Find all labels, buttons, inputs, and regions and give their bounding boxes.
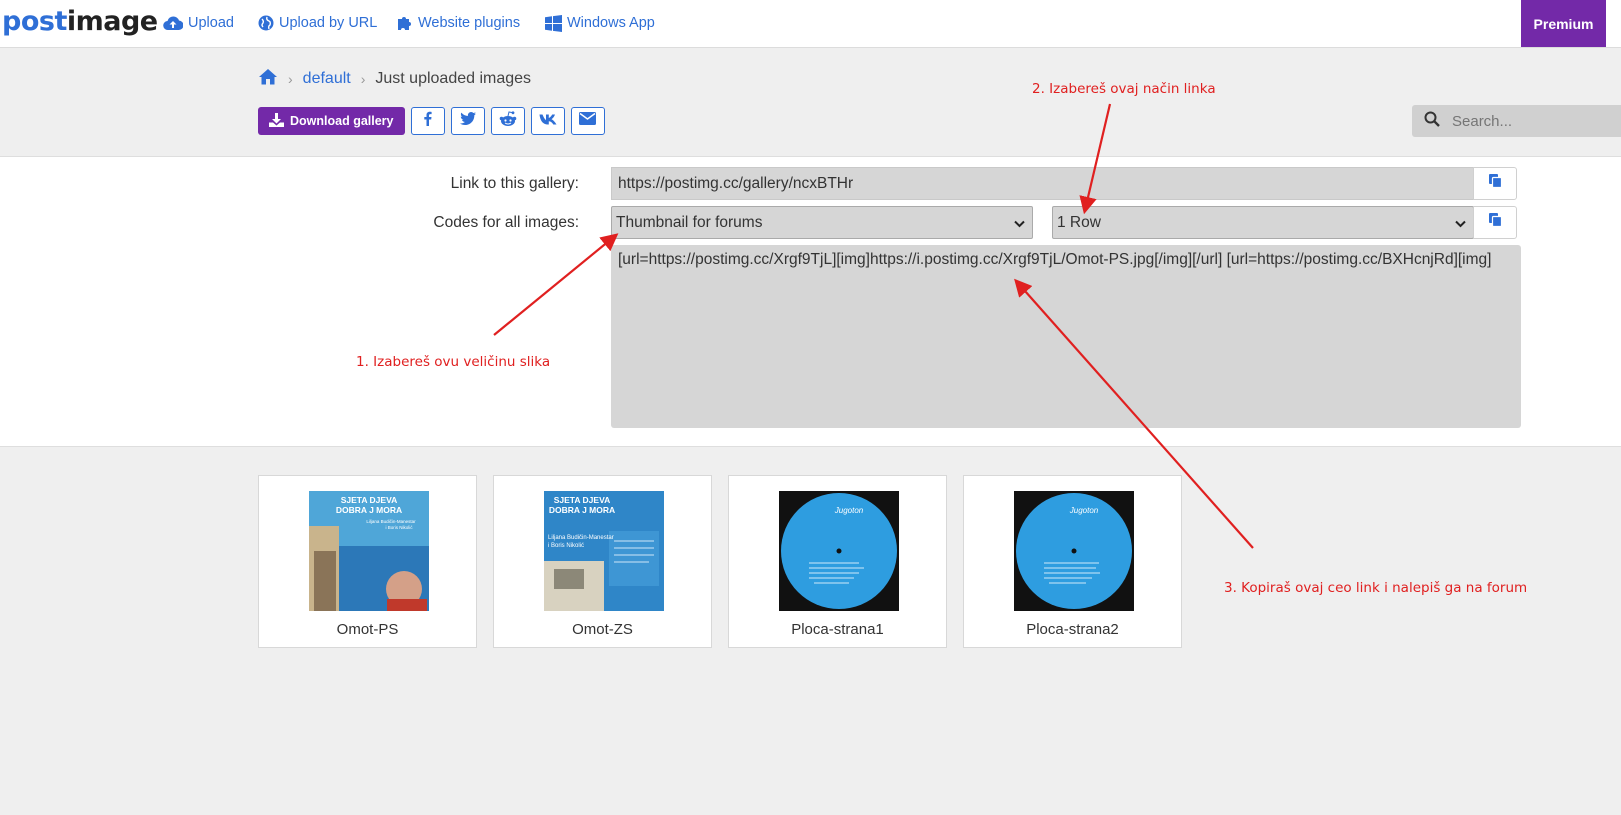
breadcrumb-folder[interactable]: default	[303, 70, 351, 88]
copy-gallery-link-button[interactable]	[1473, 167, 1517, 200]
vk-icon	[539, 112, 557, 130]
chevron-down-icon	[1014, 216, 1025, 234]
record-label-text: Jugoton	[834, 506, 864, 515]
gallery-card-ploca-strana2[interactable]: Jugoton Ploca-strana2	[963, 475, 1182, 648]
thumbnail-ploca-strana1: Jugoton	[779, 491, 899, 611]
premium-button[interactable]: Premium	[1521, 0, 1606, 47]
nav-upload[interactable]: Upload	[163, 13, 234, 33]
image-size-select-value: Thumbnail for forums	[616, 213, 763, 231]
code-layout-select[interactable]: 1 Row	[1052, 206, 1474, 239]
search-box	[1412, 105, 1621, 137]
card-caption: Ploca-strana1	[791, 621, 884, 638]
chevron-down-icon	[1455, 216, 1466, 234]
nav-upload-by-url-label: Upload by URL	[279, 15, 378, 31]
nav-website-plugins-label: Website plugins	[418, 15, 521, 31]
facebook-icon	[423, 111, 432, 131]
share-reddit-button[interactable]	[490, 107, 525, 135]
copy-icon	[1488, 174, 1502, 193]
codes-label: Codes for all images:	[433, 214, 579, 231]
card-caption: Omot-ZS	[572, 621, 633, 638]
copy-codes-button[interactable]	[1473, 206, 1517, 239]
logo-text-post: post	[2, 6, 67, 37]
download-gallery-label: Download gallery	[290, 114, 394, 128]
email-icon	[579, 112, 596, 130]
annotation-note-2: 2. Izabereš ovaj način linka	[1032, 81, 1216, 97]
nav-windows-app-label: Windows App	[567, 15, 655, 31]
artist-text: Liljana Budičin-Manestar	[548, 535, 614, 541]
gallery-link-label: Link to this gallery:	[450, 175, 579, 192]
gallery-card-ploca-strana1[interactable]: Jugoton Ploca-strana1	[728, 475, 947, 648]
artist-text: i Boris Nikolić	[548, 543, 584, 549]
share-vk-button[interactable]	[530, 107, 565, 135]
gallery-toolbar: Download gallery	[258, 107, 605, 135]
album-title-text: DOBRA J MORA	[549, 505, 615, 515]
breadcrumb-separator: ›	[288, 71, 293, 87]
album-title-text: SJETA DJEVA	[554, 495, 611, 505]
top-nav: postimage Upload Upload by URL Website p…	[0, 0, 1621, 48]
annotation-note-3: 3. Kopiraš ovaj ceo link i nalepiš ga na…	[1224, 580, 1528, 596]
puzzle-icon	[397, 15, 413, 31]
logo-text-image: image	[66, 6, 158, 37]
card-caption: Ploca-strana2	[1026, 621, 1119, 638]
image-size-select[interactable]: Thumbnail for forums	[611, 206, 1033, 239]
share-facebook-button[interactable]	[410, 107, 445, 135]
download-gallery-button[interactable]: Download gallery	[258, 107, 405, 135]
cloud-upload-icon	[163, 15, 183, 31]
globe-icon	[258, 15, 274, 31]
card-caption: Omot-PS	[336, 621, 399, 638]
download-icon	[269, 112, 284, 130]
bbcode-textarea[interactable]: [url=https://postimg.cc/Xrgf9TjL][img]ht…	[611, 245, 1521, 428]
nav-website-plugins[interactable]: Website plugins	[397, 13, 520, 33]
gallery-card-omot-zs[interactable]: SJETA DJEVA DOBRA J MORA Liljana Budičin…	[493, 475, 712, 648]
twitter-icon	[459, 112, 476, 130]
breadcrumb: › default › Just uploaded images	[258, 68, 531, 90]
search-icon	[1424, 111, 1440, 132]
breadcrumb-separator: ›	[360, 71, 366, 87]
nav-upload-by-url[interactable]: Upload by URL	[258, 13, 377, 33]
thumbnail-omot-ps: SJETA DJEVA DOBRA J MORA Liljana Budičin…	[309, 491, 429, 611]
gallery-card-omot-ps[interactable]: SJETA DJEVA DOBRA J MORA Liljana Budičin…	[258, 475, 477, 648]
code-layout-select-value: 1 Row	[1057, 213, 1101, 231]
nav-windows-app[interactable]: Windows App	[545, 13, 655, 33]
album-title-text: DOBRA J MORA	[336, 505, 402, 515]
thumbnail-ploca-strana2: Jugoton	[1014, 491, 1134, 611]
windows-icon	[545, 14, 562, 32]
album-title-text: SJETA DJEVA	[341, 495, 398, 505]
home-icon[interactable]	[258, 68, 278, 90]
breadcrumb-current: Just uploaded images	[375, 70, 532, 87]
artist-text: i Boris Nikolić	[385, 525, 413, 530]
artist-text: Liljana Budičin-Manestar	[366, 519, 416, 524]
reddit-icon	[499, 110, 517, 132]
thumbnail-omot-zs: SJETA DJEVA DOBRA J MORA Liljana Budičin…	[544, 491, 664, 611]
gallery-link-field[interactable]: https://postimg.cc/gallery/ncxBTHr	[611, 167, 1474, 200]
nav-upload-label: Upload	[188, 15, 234, 31]
postimage-logo[interactable]: postimage	[2, 6, 158, 37]
search-input[interactable]	[1450, 111, 1614, 131]
record-label-text: Jugoton	[1069, 506, 1099, 515]
share-email-button[interactable]	[570, 107, 605, 135]
annotation-note-1: 1. Izabereš ovu veličinu slika	[356, 354, 551, 370]
share-twitter-button[interactable]	[450, 107, 485, 135]
copy-icon	[1488, 213, 1502, 232]
